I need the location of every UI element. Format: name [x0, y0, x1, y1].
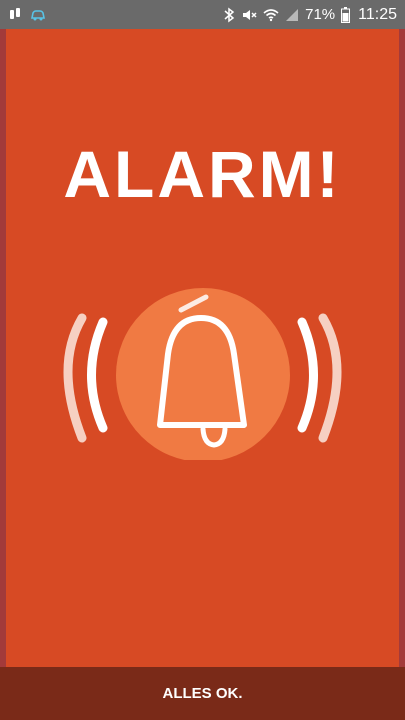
- status-bar: 71% 11:25: [0, 0, 405, 29]
- ringing-bell-icon: [63, 288, 342, 460]
- notification-icon: [8, 7, 24, 23]
- signal-icon: [285, 8, 299, 22]
- mute-icon: [241, 7, 257, 23]
- sound-wave-left-inner: [87, 317, 108, 433]
- status-left: [8, 7, 46, 23]
- wifi-icon: [263, 7, 279, 23]
- alles-ok-button[interactable]: ALLES OK.: [0, 667, 405, 720]
- bluetooth-icon: [223, 7, 235, 23]
- car-icon: [30, 7, 46, 23]
- battery-icon: [341, 6, 351, 23]
- sound-wave-right-inner: [297, 317, 318, 433]
- battery-percent: 71%: [305, 6, 336, 23]
- clock-time: 11:25: [358, 5, 397, 23]
- status-right: 71% 11:25: [223, 6, 397, 24]
- sound-wave-right-outer: [318, 313, 342, 443]
- alles-ok-label: ALLES OK.: [162, 685, 243, 702]
- alarm-title: ALARM!: [63, 137, 342, 211]
- sound-wave-left-outer: [63, 313, 87, 443]
